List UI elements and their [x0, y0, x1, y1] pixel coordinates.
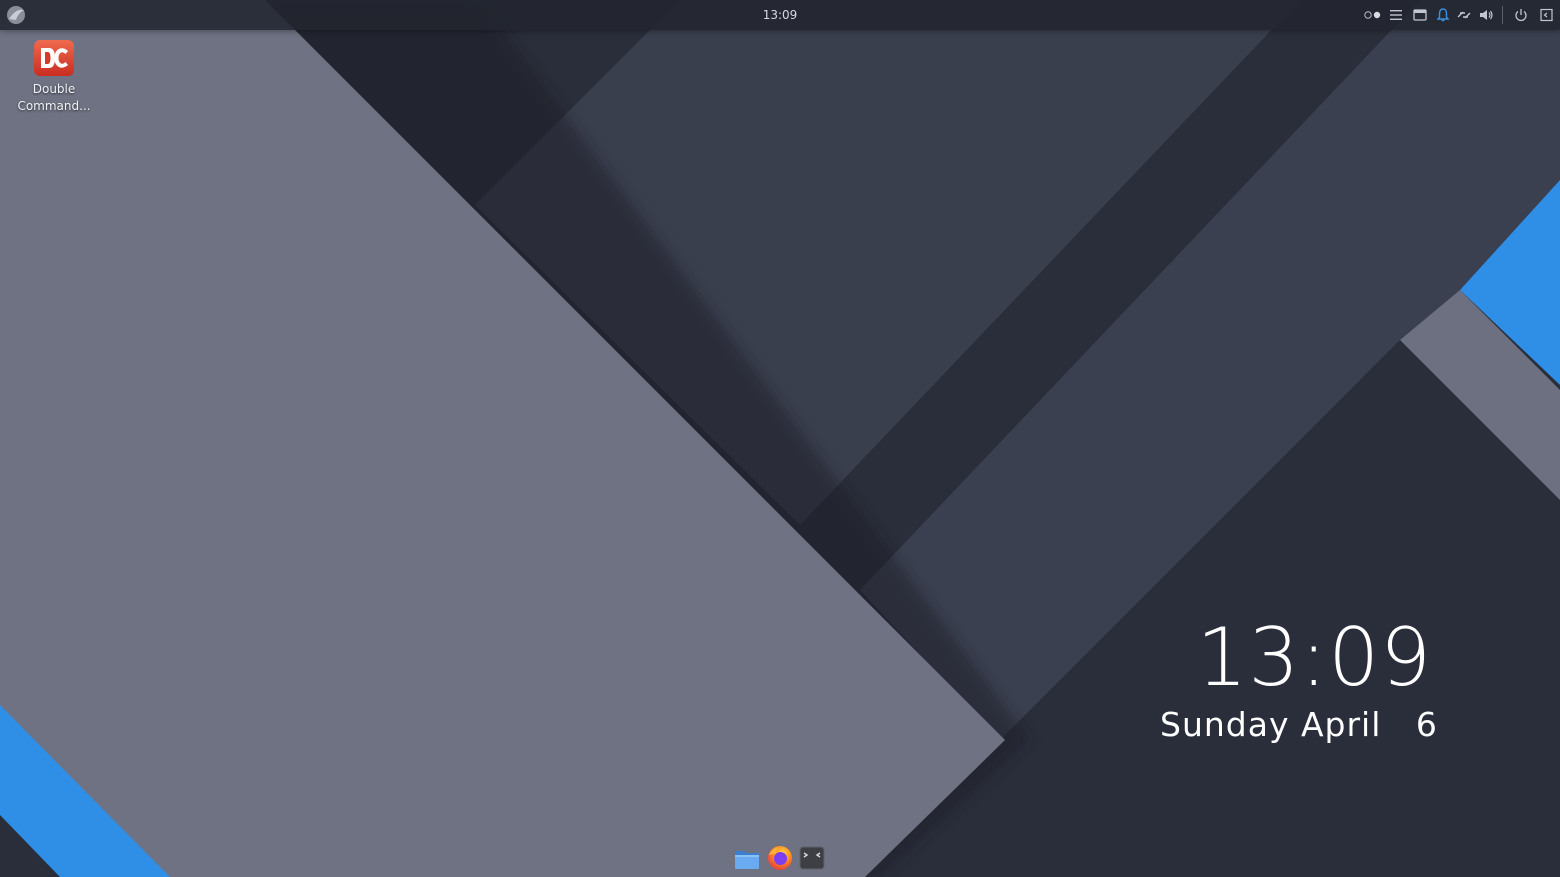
system-tray: [1350, 0, 1560, 30]
window-list-icon[interactable]: [1412, 7, 1428, 23]
desktop-icon-label: Double Command...: [17, 82, 91, 113]
power-icon[interactable]: [1513, 7, 1529, 23]
desktop[interactable]: 13:09 Double Command... 13:09 Sunday Apr…: [0, 0, 1560, 877]
plasma-launcher-icon[interactable]: [5, 4, 27, 26]
notifications-icon[interactable]: [1435, 7, 1451, 23]
widget-time: 13:09: [1196, 611, 1432, 704]
desktop-icon-double-commander[interactable]: Double Command...: [10, 36, 98, 116]
dock: [730, 842, 830, 874]
widget-date: Sunday April 6: [1160, 705, 1438, 744]
clock-widget[interactable]: 13:09 Sunday April 6: [1160, 612, 1440, 762]
tray-separator: [1502, 6, 1503, 24]
volume-icon[interactable]: [1478, 7, 1494, 23]
pager-icon[interactable]: [1362, 7, 1384, 23]
firefox-icon[interactable]: [766, 844, 794, 872]
show-desktop-icon[interactable]: [1538, 7, 1554, 23]
network-icon[interactable]: [1456, 7, 1472, 23]
panel-clock[interactable]: 13:09: [740, 0, 820, 30]
file-manager-icon[interactable]: [733, 844, 761, 872]
top-panel: 13:09: [0, 0, 1560, 30]
menu-icon[interactable]: [1388, 7, 1404, 23]
double-commander-icon: [34, 40, 74, 76]
terminal-icon[interactable]: [798, 844, 826, 872]
